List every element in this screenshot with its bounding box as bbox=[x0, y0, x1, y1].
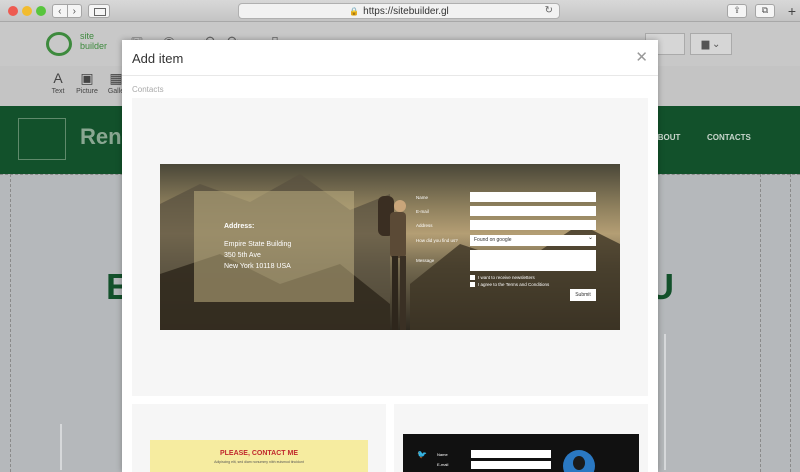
contact-template-preview[interactable]: PLEASE, CONTACT ME Adipiscing elit, sed … bbox=[150, 440, 368, 472]
form-label-email: E-mail bbox=[437, 462, 449, 467]
card-title: PLEASE, CONTACT ME bbox=[219, 450, 299, 457]
guide-line bbox=[790, 174, 791, 472]
lock-icon: 🔒 bbox=[349, 6, 360, 16]
uk-flag-icon: ▆ bbox=[701, 38, 710, 50]
sitebuilder-logo-icon bbox=[46, 32, 72, 56]
form-label-message: Message bbox=[416, 258, 435, 263]
newsletter-checkbox: I want to receive newsletters bbox=[470, 275, 535, 280]
modal-header: Add item ✕ bbox=[122, 40, 658, 76]
email-field bbox=[470, 206, 596, 216]
chevron-left-icon[interactable]: ‹ bbox=[53, 5, 68, 17]
minimize-window-button[interactable] bbox=[22, 6, 32, 16]
message-field bbox=[470, 250, 596, 271]
close-window-button[interactable] bbox=[8, 6, 18, 16]
email-field bbox=[471, 461, 551, 469]
site-nav-contacts[interactable]: CONTACTS bbox=[707, 133, 751, 142]
form-label-email: E-mail bbox=[416, 209, 429, 214]
add-item-modal: Add item ✕ Contacts Address: Empire Stat… bbox=[122, 40, 658, 472]
address-line: 350 5th Ave bbox=[224, 252, 261, 259]
new-tab-button[interactable]: + bbox=[784, 4, 800, 20]
form-label-find: How did you find us? bbox=[416, 238, 458, 243]
contact-template-preview[interactable]: 🐦 Name E-mail bbox=[403, 434, 639, 472]
section-label: Contacts bbox=[132, 85, 164, 94]
address-bar[interactable]: 🔒 https://sitebuilder.gl ↻ bbox=[238, 3, 560, 19]
reload-icon[interactable]: ↻ bbox=[545, 5, 553, 16]
chevron-right-icon[interactable]: › bbox=[68, 5, 82, 17]
wind-turbine-logo-icon bbox=[18, 118, 66, 160]
form-label-name: Name bbox=[437, 452, 448, 457]
tabs-button[interactable]: ⧉ bbox=[755, 4, 775, 18]
form-label-name: Name bbox=[416, 195, 429, 200]
name-field bbox=[471, 450, 551, 458]
hiker-image bbox=[378, 196, 406, 330]
history-buttons: ‹ › bbox=[52, 4, 82, 18]
share-button[interactable]: ⇪ bbox=[727, 4, 747, 18]
modal-title: Add item bbox=[132, 51, 184, 66]
form-label-address: Address bbox=[416, 223, 433, 228]
guide-line bbox=[10, 174, 11, 472]
contact-template-preview[interactable]: Address: Empire State Building 350 5th A… bbox=[160, 164, 620, 330]
twitter-icon: 🐦 bbox=[417, 450, 427, 459]
address-line: New York 10118 USA bbox=[224, 263, 291, 270]
url-text: https://sitebuilder.gl bbox=[363, 5, 449, 17]
find-us-select: Found on google bbox=[470, 233, 596, 246]
guide-line bbox=[760, 174, 761, 472]
turbine-tower bbox=[60, 424, 62, 470]
close-icon[interactable]: ✕ bbox=[635, 50, 648, 65]
submit-button: Submit bbox=[570, 289, 596, 301]
zoom-window-button[interactable] bbox=[36, 6, 46, 16]
card-subtitle: Adipiscing elit, sed diam nonummy nibh e… bbox=[214, 460, 304, 464]
browser-chrome: ‹ › 🔒 https://sitebuilder.gl ↻ ⇪ ⧉ + bbox=[0, 0, 800, 22]
turbine-tower bbox=[664, 334, 666, 470]
address-title: Address: bbox=[224, 223, 255, 230]
address-box: Address: Empire State Building 350 5th A… bbox=[194, 191, 354, 302]
logo-text: site builder bbox=[80, 31, 108, 51]
site-brand: Ren bbox=[80, 124, 122, 149]
language-dropdown[interactable]: ▆ ⌄ bbox=[690, 33, 732, 55]
terms-checkbox: I agree to the Terms and Conditions bbox=[470, 282, 549, 287]
sidebar-toggle-button[interactable] bbox=[88, 4, 110, 18]
name-field bbox=[470, 192, 596, 202]
address-line: Empire State Building bbox=[224, 241, 292, 248]
avatar bbox=[563, 450, 595, 472]
address-field bbox=[470, 220, 596, 230]
